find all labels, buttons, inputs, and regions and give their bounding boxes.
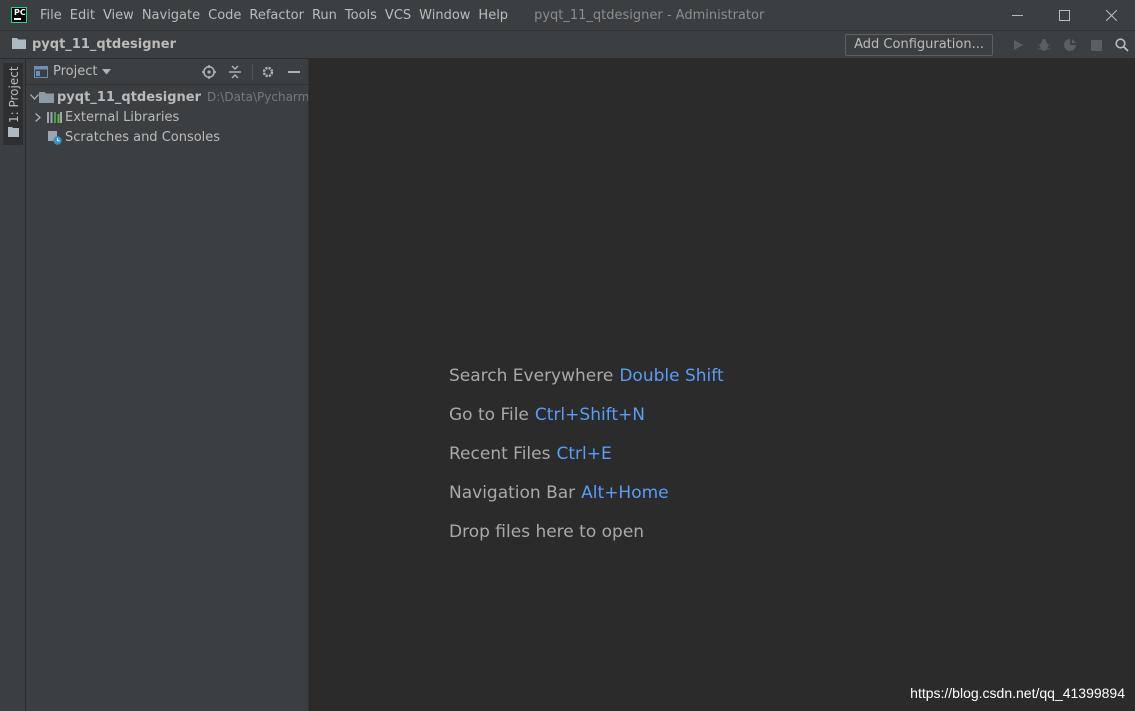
tree-item-scratches[interactable]: Scratches and Consoles [26, 127, 308, 147]
menu-vcs[interactable]: VCS [381, 8, 415, 23]
hint-shortcut: Ctrl+Shift+N [534, 405, 645, 425]
hint-label: Search Everywhere [449, 366, 614, 386]
run-icon[interactable] [1005, 33, 1031, 57]
hint-go-to-file: Go to File Ctrl+Shift+N [449, 405, 724, 444]
pycharm-logo-icon: PC [11, 7, 27, 23]
hint-recent-files: Recent Files Ctrl+E [449, 444, 724, 483]
folder-icon [39, 89, 54, 105]
menu-bar: File Edit View Navigate Code Refactor Ru… [36, 8, 512, 23]
gear-icon[interactable] [256, 60, 280, 84]
coverage-icon[interactable] [1057, 33, 1083, 57]
hint-shortcut: Ctrl+E [556, 444, 612, 464]
tree-item-label: Scratches and Consoles [65, 129, 221, 145]
hint-label: Drop files here to open [449, 522, 645, 542]
hint-search-everywhere: Search Everywhere Double Shift [449, 366, 724, 405]
tool-window-strip: 1: Project [0, 59, 26, 711]
menu-navigate[interactable]: Navigate [138, 8, 204, 23]
debug-icon[interactable] [1031, 33, 1057, 57]
folder-icon [12, 37, 26, 53]
close-icon[interactable] [1088, 0, 1135, 30]
menu-view[interactable]: View [99, 8, 138, 23]
watermark-url: https://blog.csdn.net/qq_41399894 [910, 685, 1125, 701]
libraries-icon [46, 109, 62, 125]
hint-navigation-bar: Navigation Bar Alt+Home [449, 483, 724, 522]
editor-empty-hints: Search Everywhere Double Shift Go to File… [449, 366, 724, 561]
tree-item-label: External Libraries [65, 109, 180, 125]
menu-run[interactable]: Run [308, 8, 341, 23]
menu-window[interactable]: Window [415, 8, 474, 23]
locate-icon[interactable] [197, 60, 221, 84]
window-title: pyqt_11_qtdesigner - Administrator [534, 7, 765, 23]
project-tool-tab-label: 1: Project [7, 66, 21, 123]
maximize-icon[interactable] [1041, 0, 1088, 30]
hint-label: Recent Files [449, 444, 551, 464]
hint-label: Navigation Bar [449, 483, 576, 503]
menu-tools[interactable]: Tools [341, 8, 381, 23]
project-tree: pyqt_11_qtdesigner D:\Data\PycharmPro Ex… [26, 85, 308, 147]
menu-refactor[interactable]: Refactor [245, 8, 308, 23]
editor-area[interactable]: Search Everywhere Double Shift Go to File… [309, 59, 1135, 711]
tree-item-label: pyqt_11_qtdesigner [57, 89, 202, 105]
tree-item-path: D:\Data\PycharmPro [207, 90, 308, 104]
collapse-all-icon[interactable] [223, 60, 247, 84]
hint-label: Go to File [449, 405, 529, 425]
menu-edit[interactable]: Edit [66, 8, 99, 23]
project-view-selector[interactable]: Project [53, 64, 97, 79]
stop-icon[interactable] [1083, 33, 1109, 57]
hint-shortcut: Alt+Home [581, 483, 669, 503]
menu-code[interactable]: Code [204, 8, 245, 23]
hide-panel-icon[interactable] [282, 60, 306, 84]
menu-file[interactable]: File [36, 8, 66, 23]
project-panel-actions [197, 59, 308, 85]
project-view-icon [34, 65, 48, 78]
breadcrumb-project[interactable]: pyqt_11_qtdesigner [32, 37, 176, 52]
window-controls [994, 0, 1135, 30]
hint-drop-files: Drop files here to open [449, 522, 724, 561]
chevron-right-icon[interactable] [30, 112, 46, 122]
minimize-icon[interactable] [994, 0, 1041, 30]
tree-item-project-root[interactable]: pyqt_11_qtdesigner D:\Data\PycharmPro [26, 87, 308, 107]
search-icon[interactable] [1109, 33, 1135, 57]
chevron-down-icon[interactable] [30, 94, 39, 100]
menu-help[interactable]: Help [474, 8, 512, 23]
run-toolbar: Add Configuration... [845, 31, 1135, 59]
chevron-down-icon[interactable] [102, 64, 112, 79]
project-tool-tab[interactable]: 1: Project [3, 63, 23, 145]
project-panel-header: Project [26, 59, 308, 85]
scratches-icon [46, 129, 62, 145]
navigation-bar: pyqt_11_qtdesigner Add Configuration... [0, 30, 1135, 59]
hint-shortcut: Double Shift [619, 366, 724, 386]
add-configuration-button[interactable]: Add Configuration... [845, 34, 993, 56]
toolbar-divider [252, 64, 253, 80]
folder-icon [8, 127, 19, 137]
project-panel: Project pyqt_11_qtdesigner D:\Data\Pycha… [26, 59, 309, 711]
title-bar: PC File Edit View Navigate Code Refactor… [0, 0, 1135, 30]
tree-item-external-libraries[interactable]: External Libraries [26, 107, 308, 127]
